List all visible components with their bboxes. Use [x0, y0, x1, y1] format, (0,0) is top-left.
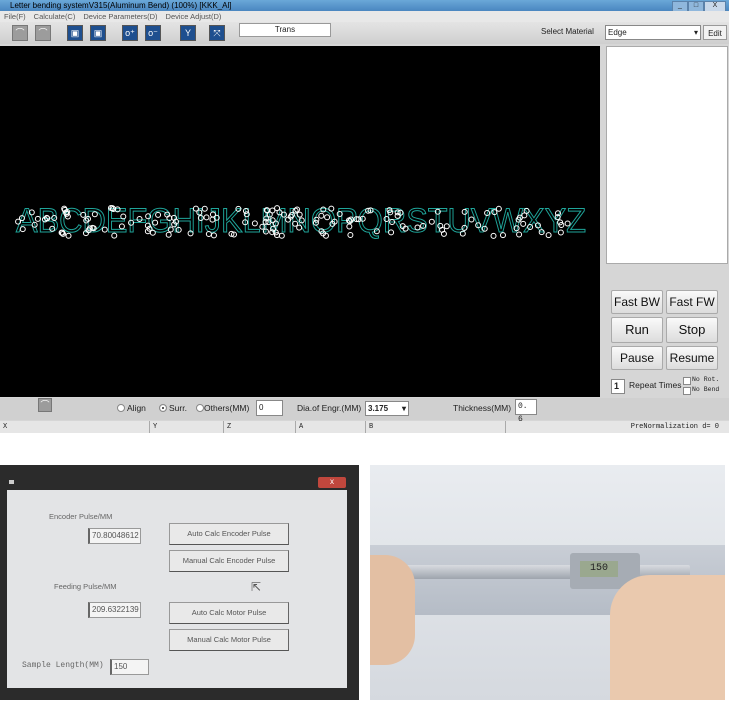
- arc-right-icon[interactable]: ⌒: [35, 25, 51, 41]
- arc-left-icon[interactable]: ⌒: [12, 25, 28, 41]
- surr-label: Surr.: [169, 403, 187, 413]
- fast-fw-button[interactable]: Fast FW: [666, 290, 718, 314]
- app-window: Letter bending systemV315(Aluminum Bend)…: [0, 0, 729, 433]
- arc-icon[interactable]: ⌒: [38, 398, 52, 412]
- status-x: X: [0, 421, 150, 433]
- material-value: Edge: [608, 28, 627, 37]
- others-input[interactable]: 0: [256, 400, 283, 416]
- status-info: PreNormalization d= 0: [630, 423, 719, 431]
- left-hand: [370, 555, 415, 665]
- split-icon[interactable]: Y: [180, 25, 196, 41]
- menu-calculate[interactable]: Calculate(C): [34, 12, 76, 21]
- caliper-photo: 150: [370, 465, 725, 700]
- auto-calc-motor-button[interactable]: Auto Calc Motor Pulse: [169, 602, 289, 624]
- menu-device-adjust[interactable]: Device Adjust(D): [166, 12, 222, 21]
- dia-label: Dia.of Engr.(MM): [297, 403, 362, 413]
- others-radio[interactable]: [196, 404, 204, 412]
- cursor-icon: ⇱: [251, 580, 262, 594]
- mode-field[interactable]: Trans: [239, 23, 331, 37]
- repeat-times-input[interactable]: 1: [611, 379, 625, 394]
- title-bar: Letter bending systemV315(Aluminum Bend)…: [0, 0, 729, 11]
- status-bar: X Y Z A B PreNormalization d= 0: [0, 421, 729, 433]
- window-title: Letter bending systemV315(Aluminum Bend)…: [10, 1, 232, 10]
- drawing-canvas[interactable]: ABCDEFGHIJKLMNOPQRSTUVWXYZ: [0, 46, 600, 397]
- no-bend-checkbox[interactable]: [683, 387, 691, 395]
- material-select[interactable]: Edge ▾: [605, 25, 701, 40]
- encoder-value[interactable]: 70.80048612: [88, 528, 141, 544]
- no-rot-label: No Rot.: [692, 376, 720, 383]
- square-outer-icon[interactable]: ▣: [67, 25, 83, 41]
- menu-device-parameters[interactable]: Device Parameters(D): [83, 12, 157, 21]
- material-list[interactable]: [606, 46, 728, 264]
- fast-bw-button[interactable]: Fast BW: [611, 290, 663, 314]
- align-radio[interactable]: [117, 404, 125, 412]
- resume-button[interactable]: Resume: [666, 346, 718, 370]
- letters-drawing: ABCDEFGHIJKLMNOPQRSTUVWXYZ: [15, 202, 587, 241]
- repeat-times-label: Repeat Times: [629, 380, 682, 390]
- status-y: Y: [150, 421, 224, 433]
- encoder-label: Encoder Pulse/MM: [49, 512, 113, 521]
- status-z: Z: [224, 421, 296, 433]
- sample-length-input[interactable]: 150: [110, 659, 149, 675]
- manual-calc-motor-button[interactable]: Manual Calc Motor Pulse: [169, 629, 289, 651]
- menu-file[interactable]: File(F): [4, 12, 26, 21]
- dia-value: 3.175: [368, 404, 389, 413]
- align-label: Align: [127, 403, 146, 413]
- thickness-label: Thickness(MM): [453, 403, 512, 413]
- feeding-label: Feeding Pulse/MM: [54, 582, 117, 591]
- status-b: B: [366, 421, 506, 433]
- material-label: Select Material: [541, 27, 594, 36]
- app-icon: [9, 480, 14, 484]
- edit-button[interactable]: Edit: [703, 25, 727, 40]
- menu-bar: File(F) Calculate(C) Device Parameters(D) D…: [0, 11, 729, 22]
- thickness-input[interactable]: 0. 6: [515, 399, 537, 424]
- caliper-readout: 150: [580, 561, 618, 577]
- manual-calc-encoder-button[interactable]: Manual Calc Encoder Pulse: [169, 550, 289, 572]
- square-inner-icon[interactable]: ▣: [90, 25, 106, 41]
- stop-button[interactable]: Stop: [666, 317, 718, 343]
- no-bend-label: No Bend: [692, 386, 720, 393]
- dia-select[interactable]: 3.175 ▾: [365, 401, 409, 416]
- others-label: Others(MM): [204, 403, 250, 413]
- circle-plus-icon[interactable]: o⁺: [122, 25, 138, 41]
- fit-icon[interactable]: ⤧: [209, 25, 225, 41]
- run-button[interactable]: Run: [611, 317, 663, 343]
- pulse-calibration-dialog: x Encoder Pulse/MM 70.80048612 Auto Calc…: [0, 465, 359, 700]
- right-hand: [610, 575, 725, 700]
- status-a: A: [296, 421, 366, 433]
- auto-calc-encoder-button[interactable]: Auto Calc Encoder Pulse: [169, 523, 289, 545]
- surr-radio[interactable]: [159, 404, 167, 412]
- pause-button[interactable]: Pause: [611, 346, 663, 370]
- chevron-down-icon: ▾: [693, 28, 698, 37]
- feeding-value[interactable]: 209.6322139: [88, 602, 141, 618]
- dialog-close-button[interactable]: x: [318, 477, 346, 488]
- circle-minus-icon[interactable]: o⁻: [145, 25, 161, 41]
- no-rot-checkbox[interactable]: [683, 377, 691, 385]
- sample-length-label: Sample Length(MM): [22, 661, 104, 670]
- chevron-down-icon: ▾: [401, 404, 406, 413]
- dialog-body: Encoder Pulse/MM 70.80048612 Auto Calc E…: [7, 490, 347, 688]
